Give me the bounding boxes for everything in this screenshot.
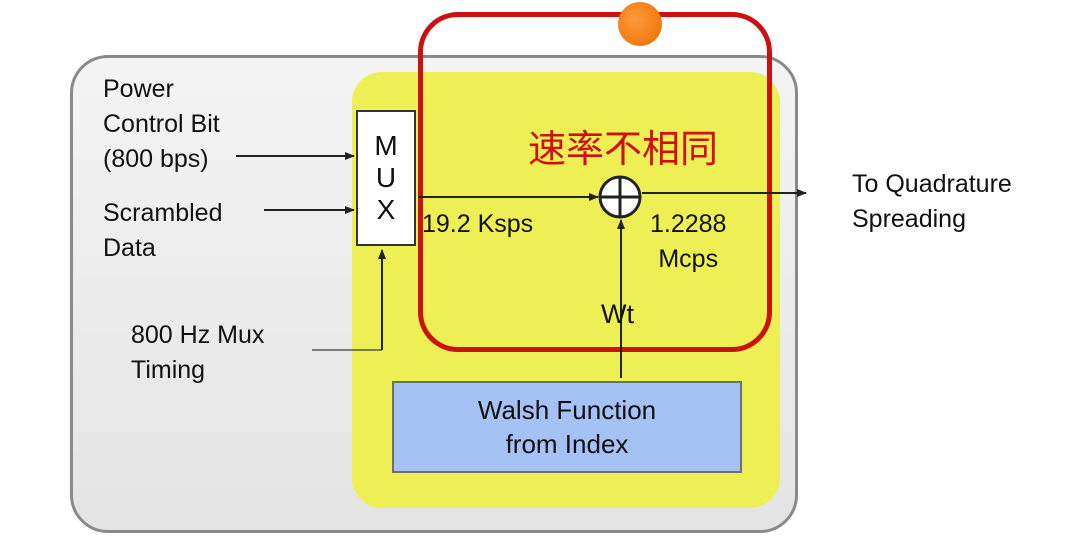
wt-label: Wt xyxy=(601,299,634,329)
mux-letter: X xyxy=(376,194,396,225)
walsh-function-block: Walsh Function from Index xyxy=(392,381,742,473)
rate-mismatch-annotation: 速率不相同 xyxy=(528,127,719,171)
scrambled-data-label: Scrambled Data xyxy=(103,199,223,262)
mux-rate-label: 19.2 Ksps xyxy=(422,210,534,238)
chip-rate-label: 1.2288 Mcps xyxy=(650,210,727,273)
mux-block: M U X xyxy=(356,110,416,246)
xor-adder-icon xyxy=(598,175,642,219)
mux-letter: M xyxy=(374,130,398,161)
output-label: To Quadrature Spreading xyxy=(852,170,1012,233)
mux-letter: U xyxy=(375,162,397,193)
mux-timing-label: 800 Hz Mux Timing xyxy=(131,321,265,384)
power-control-label: Power Control Bit (800 bps) xyxy=(103,75,220,173)
